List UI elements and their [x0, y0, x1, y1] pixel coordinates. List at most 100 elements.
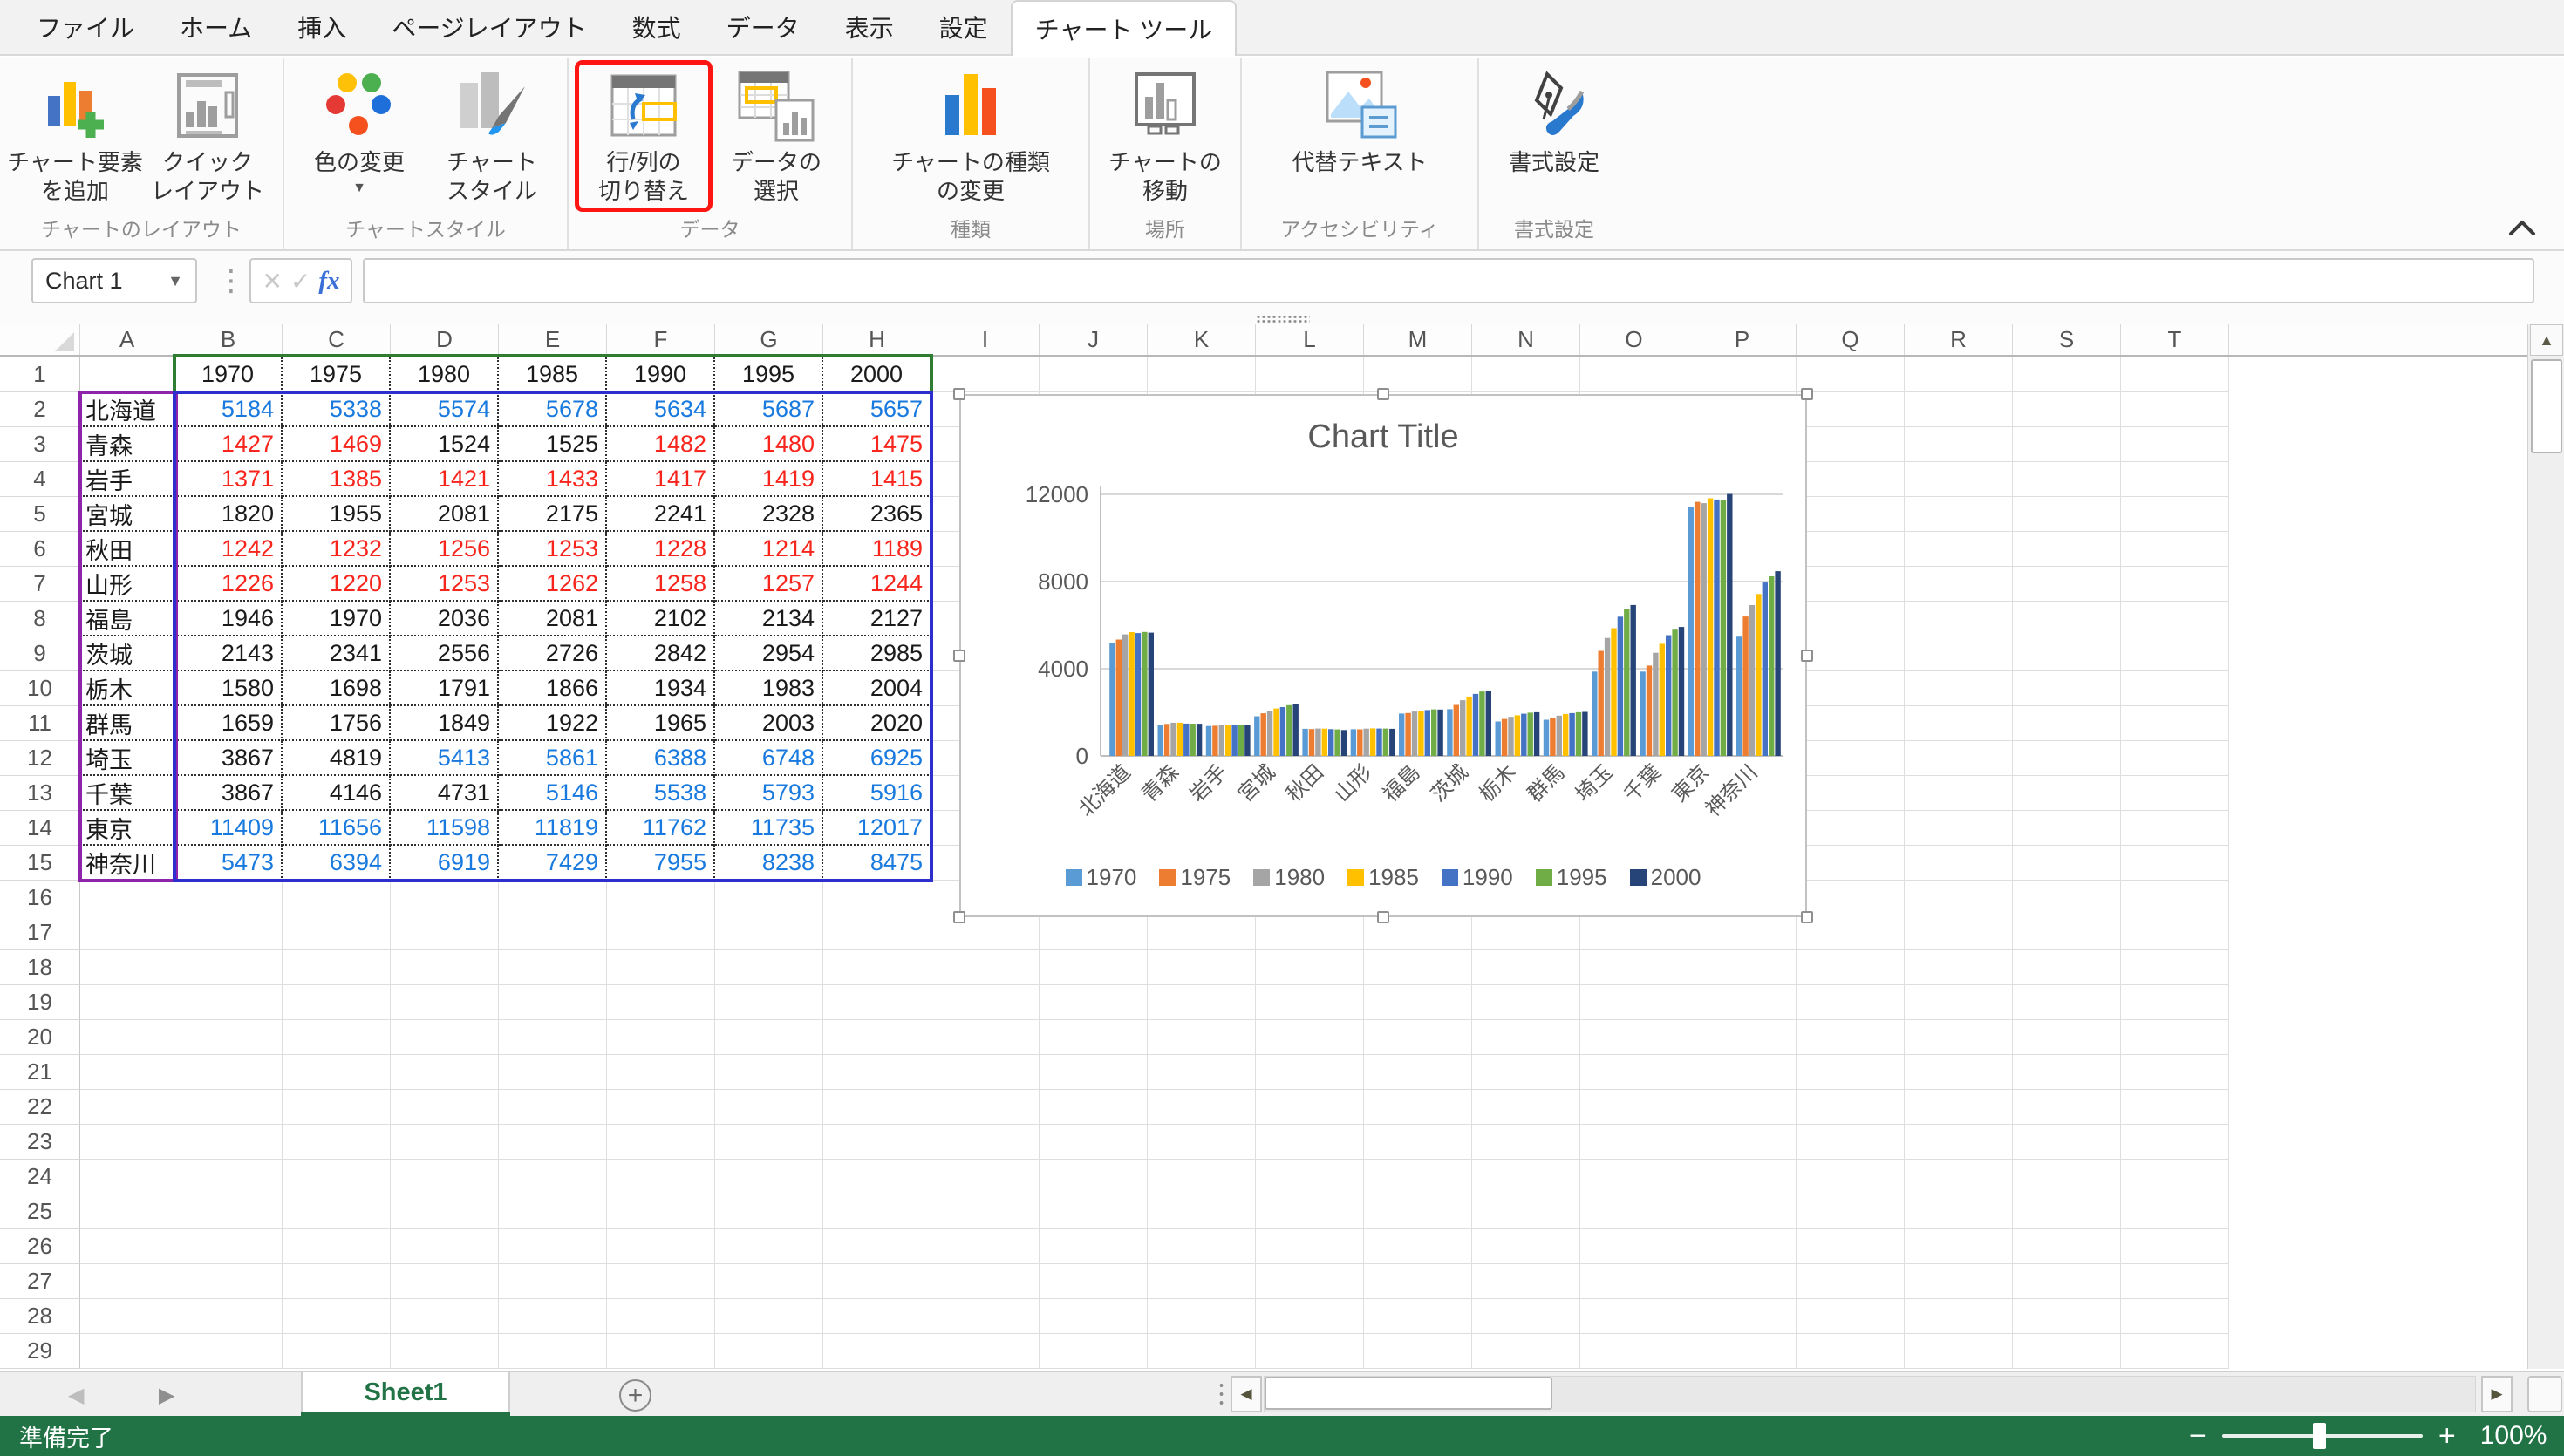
cell-A5[interactable]: 宮城	[80, 497, 174, 532]
cell-H4[interactable]: 1415	[823, 462, 931, 497]
select-all-corner[interactable]	[0, 324, 80, 355]
column-header-T[interactable]: T	[2121, 324, 2229, 355]
row-header-16[interactable]: 16	[0, 881, 80, 915]
cell-D14[interactable]: 11598	[391, 811, 499, 846]
row-header-9[interactable]: 9	[0, 636, 80, 671]
menu-tab-ホーム[interactable]: ホーム	[157, 0, 275, 54]
cell-D8[interactable]: 2036	[391, 602, 499, 636]
cell-E9[interactable]: 2726	[499, 636, 607, 671]
row-header-19[interactable]: 19	[0, 985, 80, 1020]
column-header-B[interactable]: B	[174, 324, 283, 355]
cell-H2[interactable]: 5657	[823, 392, 931, 427]
cell-A6[interactable]: 秋田	[80, 532, 174, 567]
cell-E15[interactable]: 7429	[499, 846, 607, 881]
cell-B10[interactable]: 1580	[174, 671, 283, 706]
scroll-up-icon[interactable]: ▲	[2530, 324, 2563, 356]
row-header-1[interactable]: 1	[0, 357, 80, 392]
cell-H15[interactable]: 8475	[823, 846, 931, 881]
vertical-scrollbar-thumb[interactable]	[2531, 359, 2562, 453]
cell-H11[interactable]: 2020	[823, 706, 931, 741]
column-header-S[interactable]: S	[2013, 324, 2121, 355]
cell-F10[interactable]: 1934	[607, 671, 715, 706]
cell-D6[interactable]: 1256	[391, 532, 499, 567]
cell-B5[interactable]: 1820	[174, 497, 283, 532]
column-header-K[interactable]: K	[1148, 324, 1256, 355]
cell-B8[interactable]: 1946	[174, 602, 283, 636]
row-header-7[interactable]: 7	[0, 567, 80, 602]
row-header-17[interactable]: 17	[0, 915, 80, 950]
cell-E3[interactable]: 1525	[499, 427, 607, 462]
column-header-O[interactable]: O	[1580, 324, 1688, 355]
cell-C4[interactable]: 1385	[283, 462, 391, 497]
cell-C7[interactable]: 1220	[283, 567, 391, 602]
row-header-15[interactable]: 15	[0, 846, 80, 881]
cell-E1[interactable]: 1985	[499, 357, 607, 392]
column-header-L[interactable]: L	[1256, 324, 1364, 355]
zoom-in-button[interactable]: +	[2438, 1421, 2456, 1451]
cell-C9[interactable]: 2341	[283, 636, 391, 671]
cell-B12[interactable]: 3867	[174, 741, 283, 776]
cell-C2[interactable]: 5338	[283, 392, 391, 427]
cell-D4[interactable]: 1421	[391, 462, 499, 497]
chart-object[interactable]: Chart Title 04000800012000北海道青森岩手宮城秋田山形福…	[959, 394, 1807, 917]
cell-D12[interactable]: 5413	[391, 741, 499, 776]
row-header-4[interactable]: 4	[0, 462, 80, 497]
ribbon-button-チャートスタイル[interactable]: チャートスタイル	[426, 63, 558, 209]
cell-F15[interactable]: 7955	[607, 846, 715, 881]
cell-G4[interactable]: 1419	[715, 462, 823, 497]
cell-A14[interactable]: 東京	[80, 811, 174, 846]
chart-legend[interactable]: 1970197519801985199019952000	[961, 864, 1805, 891]
cell-E2[interactable]: 5678	[499, 392, 607, 427]
row-header-25[interactable]: 25	[0, 1194, 80, 1229]
dropdown-arrow-icon[interactable]: ▼	[352, 180, 366, 196]
cell-E4[interactable]: 1433	[499, 462, 607, 497]
cell-G7[interactable]: 1257	[715, 567, 823, 602]
cell-E8[interactable]: 2081	[499, 602, 607, 636]
row-header-8[interactable]: 8	[0, 602, 80, 636]
row-header-23[interactable]: 23	[0, 1125, 80, 1160]
column-header-N[interactable]: N	[1472, 324, 1580, 355]
row-header-24[interactable]: 24	[0, 1160, 80, 1194]
chart-resize-handle[interactable]	[1801, 650, 1813, 662]
cell-G12[interactable]: 6748	[715, 741, 823, 776]
cell-E5[interactable]: 2175	[499, 497, 607, 532]
cell-F14[interactable]: 11762	[607, 811, 715, 846]
cell-G10[interactable]: 1983	[715, 671, 823, 706]
chart-resize-handle[interactable]	[1801, 388, 1813, 400]
cell-C11[interactable]: 1756	[283, 706, 391, 741]
cell-G2[interactable]: 5687	[715, 392, 823, 427]
cell-F4[interactable]: 1417	[607, 462, 715, 497]
vertical-scrollbar[interactable]: ▲	[2527, 324, 2564, 1369]
cell-C6[interactable]: 1232	[283, 532, 391, 567]
chart-resize-handle[interactable]	[1801, 911, 1813, 923]
column-header-J[interactable]: J	[1040, 324, 1148, 355]
ribbon-button-行/列の切り替え[interactable]: 行/列の切り替え	[577, 63, 710, 209]
cell-C14[interactable]: 11656	[283, 811, 391, 846]
cell-C3[interactable]: 1469	[283, 427, 391, 462]
cell-H12[interactable]: 6925	[823, 741, 931, 776]
row-header-3[interactable]: 3	[0, 427, 80, 462]
cell-D1[interactable]: 1980	[391, 357, 499, 392]
cell-D13[interactable]: 4731	[391, 776, 499, 811]
menu-tab-設定[interactable]: 設定	[917, 0, 1011, 54]
cell-E7[interactable]: 1262	[499, 567, 607, 602]
ribbon-button-チャート要素を追加[interactable]: チャート要素を追加	[9, 63, 141, 209]
cell-C13[interactable]: 4146	[283, 776, 391, 811]
cell-C8[interactable]: 1970	[283, 602, 391, 636]
cell-D7[interactable]: 1253	[391, 567, 499, 602]
enter-formula-icon[interactable]: ✓	[290, 267, 310, 296]
horizontal-scrollbar-thumb[interactable]	[1265, 1377, 1552, 1410]
sheet-nav-left-icon[interactable]: ◀	[68, 1372, 84, 1418]
column-header-R[interactable]: R	[1905, 324, 2013, 355]
cell-F5[interactable]: 2241	[607, 497, 715, 532]
cell-B4[interactable]: 1371	[174, 462, 283, 497]
row-header-22[interactable]: 22	[0, 1090, 80, 1125]
chart-resize-handle[interactable]	[953, 388, 965, 400]
ribbon-button-クイックレイアウト[interactable]: クイックレイアウト	[141, 63, 274, 209]
cell-A4[interactable]: 岩手	[80, 462, 174, 497]
menu-tab-数式[interactable]: 数式	[610, 0, 704, 54]
cell-F2[interactable]: 5634	[607, 392, 715, 427]
sheet-tab-sheet1[interactable]: Sheet1	[301, 1372, 510, 1414]
cell-F1[interactable]: 1990	[607, 357, 715, 392]
column-header-A[interactable]: A	[80, 324, 174, 355]
